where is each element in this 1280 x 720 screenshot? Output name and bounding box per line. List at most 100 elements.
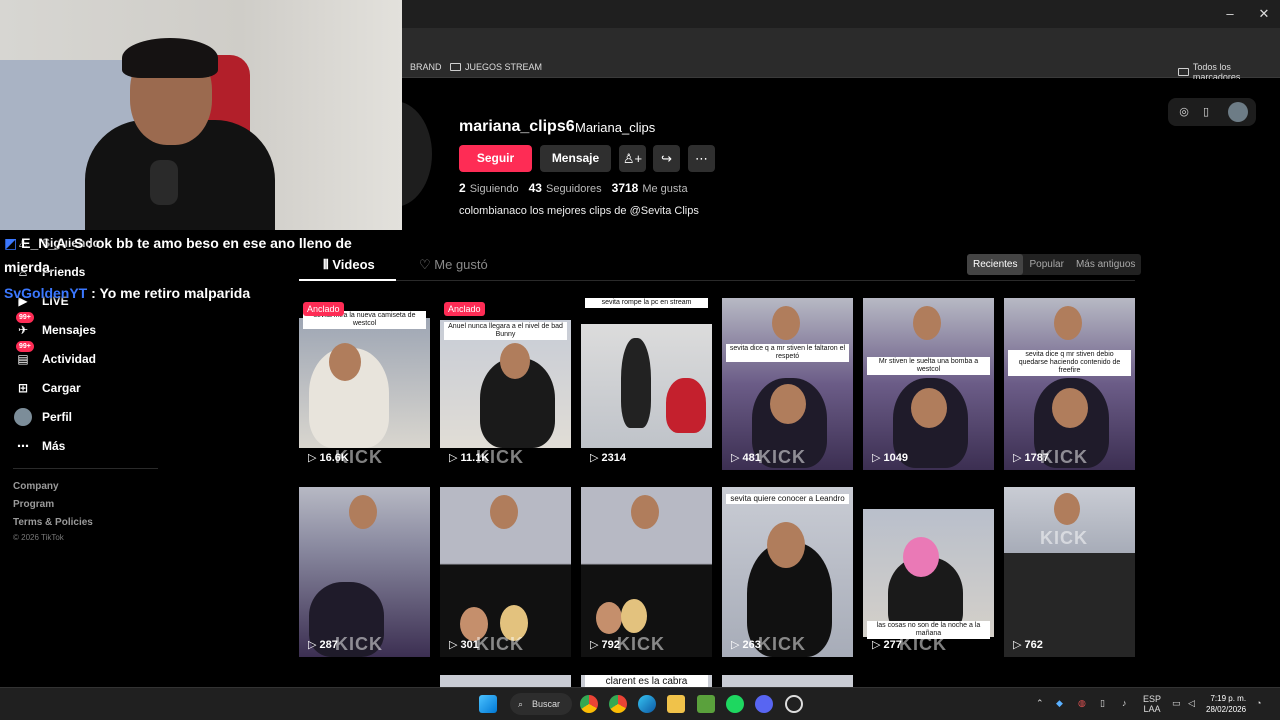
video-card[interactable]: Mr stiven le suelta una bomba a westcol … <box>863 298 994 470</box>
kick-watermark: KICK <box>758 634 806 654</box>
more-options-button[interactable]: ⋯ <box>688 145 715 172</box>
chrome-icon[interactable] <box>580 695 598 713</box>
thumbnail-face <box>903 537 939 577</box>
edge-icon[interactable] <box>638 695 656 713</box>
video-card[interactable]: las cosas no son de la noche a la mañana… <box>863 487 994 657</box>
notification-badge: 99+ <box>16 312 34 323</box>
sidebar-item-profile[interactable]: Perfil <box>14 408 72 426</box>
obs-icon[interactable] <box>785 695 803 713</box>
notifications-icon[interactable]: ◔ <box>1256 698 1261 708</box>
sidebar-item-messages[interactable]: ✈ 99+ Mensajes <box>14 312 96 339</box>
thumbnail-chair <box>666 378 706 433</box>
share-icon: ↪ <box>661 151 672 166</box>
footer-link-program[interactable]: Program <box>13 499 54 510</box>
microphone-icon[interactable]: ♪ <box>1122 698 1127 708</box>
stat-following[interactable]: 2 Siguiendo <box>459 181 519 195</box>
folder-icon <box>1178 68 1189 76</box>
thumbnail-face <box>1054 306 1082 340</box>
account-avatar[interactable] <box>1228 102 1248 122</box>
close-icon[interactable]: ✕ <box>1252 4 1276 24</box>
stat-followers[interactable]: 43 Seguidores <box>529 181 602 195</box>
follow-button[interactable]: Seguir <box>459 145 532 172</box>
sort-oldest[interactable]: Más antiguos <box>1070 254 1141 275</box>
profile-bio: colombianaco los mejores clips de @Sevit… <box>459 205 699 217</box>
tab-videos[interactable]: ⦀ Videos <box>323 257 375 273</box>
clock-date: 28/02/2026 <box>1206 705 1247 714</box>
device-icon[interactable]: ▯ <box>1198 104 1214 120</box>
file-explorer-icon[interactable] <box>667 695 685 713</box>
discord-icon[interactable] <box>755 695 773 713</box>
video-card[interactable]: Anclado Anuel nunca llegara a el nivel d… <box>440 298 571 470</box>
spotify-icon[interactable] <box>726 695 744 713</box>
thumbnail-figure <box>621 338 651 428</box>
message-button[interactable]: Mensaje <box>540 145 611 172</box>
search-icon: ⌕ <box>518 699 524 709</box>
tray-chevron-icon[interactable]: ⌃ <box>1036 698 1044 709</box>
volume-icon[interactable]: ◁ <box>1188 698 1195 709</box>
chat-text: Yo me retiro malparida <box>99 285 251 301</box>
sidebar-item-activity[interactable]: ▤ 99+ Actividad <box>14 341 97 368</box>
view-count: ▷ 287 <box>308 639 338 651</box>
video-card[interactable] <box>722 675 853 687</box>
pinned-badge: Anclado <box>303 302 344 316</box>
active-tab-indicator <box>299 279 396 281</box>
sidebar-item-more[interactable]: ⋯ Más <box>14 437 65 455</box>
video-card[interactable]: KICK ▷ 762 <box>1004 487 1135 657</box>
footer-link-terms[interactable]: Terms & Policies <box>13 517 93 528</box>
bookmark-juegos-stream[interactable]: JUEGOS STREAM <box>450 62 542 72</box>
view-count: ▷ 2314 <box>590 452 626 464</box>
chat-message: SvGoldenYT : Yo me retiro malparida <box>4 285 251 301</box>
network-icon[interactable]: ▭ <box>1172 698 1181 709</box>
minecraft-icon[interactable] <box>697 695 715 713</box>
sidebar-item-label: Cargar <box>42 381 81 395</box>
copyright: © 2026 TikTok <box>13 533 64 542</box>
taskbar-clock[interactable]: 7:19 p. m. 28/02/2026 <box>1206 693 1246 715</box>
kick-watermark: KICK <box>617 634 665 654</box>
thumbnail-face <box>596 602 622 634</box>
video-card[interactable]: sevita quiere conocer a Leandro KICK ▷ 2… <box>722 487 853 657</box>
sidebar-divider <box>13 468 158 469</box>
sidebar-item-label: Actividad <box>42 352 97 366</box>
tray-app-icon[interactable]: ◍ <box>1078 698 1086 709</box>
sort-recent[interactable]: Recientes <box>967 254 1024 275</box>
chat-message: ◩ E_N_A_S : ok bb te amo beso en ese ano… <box>4 235 352 251</box>
video-caption: sevita dice q mr stiven debio quedarse h… <box>1008 350 1131 376</box>
windows-start-icon[interactable] <box>479 695 497 713</box>
video-card[interactable]: clarent es la cabra <box>581 675 712 687</box>
bookmark-brand[interactable]: BRAND <box>410 62 442 72</box>
thumbnail-face <box>1052 388 1088 428</box>
sort-toggle: Recientes Popular Más antiguos <box>967 254 1142 275</box>
webcam-overlay <box>0 0 402 230</box>
steam-icon[interactable]: ◆ <box>1056 698 1063 709</box>
share-button[interactable]: ↪ <box>653 145 680 172</box>
video-card[interactable]: KICK ▷ 301 <box>440 487 571 657</box>
more-horizontal-icon: ⋯ <box>695 151 708 166</box>
kick-watermark: KICK <box>758 447 806 467</box>
chat-username: E_N_A_S <box>21 235 84 251</box>
tab-liked[interactable]: ♡ Me gustó <box>419 257 488 273</box>
restore-icon[interactable] <box>1222 4 1246 24</box>
chrome-icon[interactable] <box>609 695 627 713</box>
video-caption: sevita quiere conocer a Leandro <box>726 494 849 504</box>
sort-popular[interactable]: Popular <box>1023 254 1069 275</box>
video-caption: sevita rompe la pc en stream <box>585 298 708 308</box>
view-count: ▷ 481 <box>731 452 761 464</box>
kick-watermark: KICK <box>335 634 383 654</box>
video-card[interactable]: sevita rompe la pc en stream ▷ 2314 <box>581 298 712 470</box>
video-card[interactable]: KICK ▷ 287 <box>299 487 430 657</box>
video-card[interactable]: Anclado sevita mira la nueva camiseta de… <box>299 298 430 470</box>
sidebar-item-upload[interactable]: ⊞ Cargar <box>14 379 81 397</box>
video-card[interactable] <box>440 675 571 687</box>
video-caption: sevita dice q a mr stiven le faltaron el… <box>726 344 849 362</box>
video-card[interactable]: KICK ▷ 792 <box>581 487 712 657</box>
video-card[interactable]: sevita dice q mr stiven debio quedarse h… <box>1004 298 1135 470</box>
language-indicator[interactable]: ESP LAA <box>1143 694 1161 714</box>
battery-icon[interactable]: ▯ <box>1100 698 1105 709</box>
sidebar-item-label: Perfil <box>42 410 73 424</box>
profile-username: mariana_clips6 <box>459 118 575 135</box>
video-card[interactable]: sevita dice q a mr stiven le faltaron el… <box>722 298 853 470</box>
taskbar-search[interactable]: ⌕ Buscar <box>510 693 572 715</box>
footer-link-company[interactable]: Company <box>13 481 59 492</box>
add-friend-button[interactable]: ♙+ <box>619 145 646 172</box>
coins-icon[interactable]: ◎ <box>1176 104 1192 120</box>
